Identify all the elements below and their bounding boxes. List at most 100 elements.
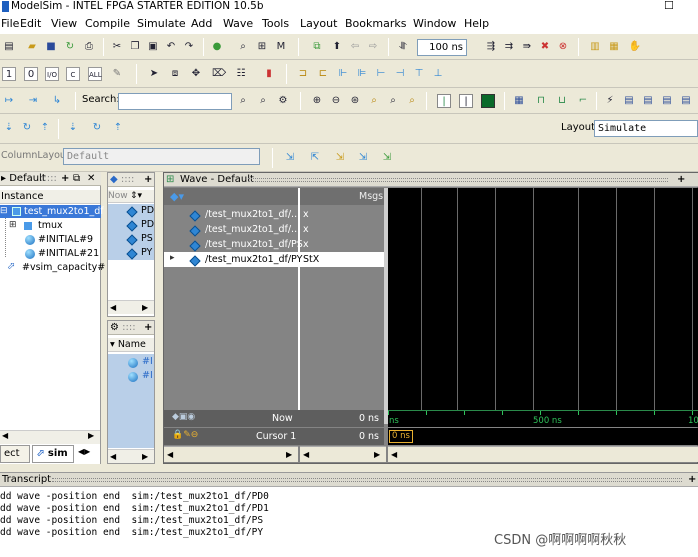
run-length-field[interactable]: 100 ns <box>417 39 467 56</box>
step-out-2-icon[interactable]: ⇡ <box>111 121 125 135</box>
signal-name-pd1[interactable]: /test_mux2to1_df/... <box>205 222 300 237</box>
level-ctr-icon[interactable]: C <box>66 67 80 81</box>
processes-hscrollbar[interactable]: ◀ ▶ <box>108 449 154 463</box>
tree-item-initial-9[interactable]: #INITIAL#9 <box>38 233 93 246</box>
pane-add-icon[interactable]: + <box>144 173 152 187</box>
cut-icon[interactable]: ✂ <box>110 40 124 54</box>
level-0-icon[interactable]: 0 <box>24 67 38 81</box>
pane-add-icon[interactable]: + <box>144 321 152 335</box>
edge-rise-icon[interactable]: ⊐ <box>296 67 310 81</box>
tab-scroll[interactable]: ◀▶ <box>78 447 90 456</box>
pan-mode-icon[interactable]: ✥ <box>189 67 203 81</box>
collapse-icon[interactable]: ⊟ <box>0 206 8 216</box>
find-icon[interactable]: ⌕ <box>236 40 250 54</box>
signal-name-ps[interactable]: /test_mux2to1_df/PS <box>205 237 303 252</box>
step-up-icon[interactable]: ⇡ <box>38 121 52 135</box>
wave-toolbar-icon[interactable]: ◆▾ <box>170 190 184 203</box>
object-item-py[interactable]: PY <box>141 247 152 258</box>
cursor-tag[interactable]: 0 ns <box>389 430 413 443</box>
copy-icon[interactable]: ❐ <box>128 40 142 54</box>
open-icon[interactable]: ▰ <box>25 40 39 54</box>
select-pointer-icon[interactable]: ➤ <box>147 67 161 81</box>
objects-column-header[interactable]: Now ⇕▾ <box>108 190 154 203</box>
grid-icon[interactable]: ▦ <box>512 94 526 108</box>
object-item-ps[interactable]: PS <box>141 233 153 244</box>
pane-close-icon[interactable]: ✕ <box>87 172 95 186</box>
schematic-icon[interactable]: ▤ <box>660 94 674 108</box>
list-icon[interactable]: ▤ <box>641 94 655 108</box>
edge-any-icon[interactable]: ⊢ <box>374 67 388 81</box>
menu-bookmarks[interactable]: Bookmarks <box>345 17 406 30</box>
menu-tools[interactable]: Tools <box>262 17 289 30</box>
wave-time-hscrollbar[interactable]: ◀ <box>388 446 698 462</box>
menu-edit[interactable]: Edit <box>20 17 41 30</box>
waveform-area[interactable] <box>388 188 698 410</box>
wave-value-hscrollbar[interactable]: ◀ ▶ <box>300 446 386 462</box>
zoom-range-icon[interactable]: ⌕ <box>386 94 400 108</box>
step-out-icon[interactable]: ⇥ <box>26 94 40 108</box>
edge-up-icon[interactable]: ⊣ <box>393 67 407 81</box>
scroll-right-icon[interactable]: ▶ <box>142 450 148 464</box>
tab-sim[interactable]: ⬀ sim <box>32 445 74 463</box>
step-into-2-icon[interactable]: ⇣ <box>66 121 80 135</box>
now-icons[interactable]: ◆▣◉ <box>172 412 195 422</box>
level-1-icon[interactable]: 1 <box>2 67 16 81</box>
maximize-button[interactable]: ☐ <box>664 0 674 12</box>
wave-pulse-icon[interactable]: ⌐ <box>576 94 590 108</box>
edge-both-icon[interactable]: ⊥ <box>431 67 445 81</box>
tab-project[interactable]: ect <box>0 445 30 463</box>
edge-next-icon[interactable]: ⊫ <box>355 67 369 81</box>
wave-step-icon[interactable]: ⊓ <box>534 94 548 108</box>
scroll-left-icon[interactable]: ◀ <box>167 450 173 459</box>
back-icon[interactable]: ⇦ <box>348 40 362 54</box>
edge-down-icon[interactable]: ⊤ <box>412 67 426 81</box>
tree-item-vsim-capacity[interactable]: #vsim_capacity# <box>22 261 105 274</box>
scroll-left-icon[interactable]: ◀ <box>391 450 397 459</box>
objects-hscrollbar[interactable]: ◀ ▶ <box>108 300 154 314</box>
collapse-all-icon[interactable]: ⇱ <box>308 151 322 165</box>
pane-undock-icon[interactable]: ⧉ <box>73 172 80 186</box>
search-input[interactable] <box>118 93 232 110</box>
scroll-left-icon[interactable]: ◀ <box>2 431 8 440</box>
up-icon[interactable]: ⬆ <box>330 40 344 54</box>
scroll-left-icon[interactable]: ◀ <box>110 452 116 461</box>
zoom-mode-icon[interactable]: ⧈ <box>168 67 182 81</box>
lock-cursor-icon[interactable] <box>481 94 495 108</box>
cursor-icons[interactable]: 🔒✎⊖ <box>172 430 198 440</box>
hand-icon[interactable]: ✋ <box>628 40 642 54</box>
expand-icon[interactable]: ⊞ <box>9 220 17 230</box>
expand-time-icon[interactable]: ⇲ <box>333 151 347 165</box>
instance-hscrollbar[interactable]: ◀ ▶ <box>0 430 100 444</box>
level-io-icon[interactable]: I/O <box>45 67 59 81</box>
scroll-left-icon[interactable]: ◀ <box>303 450 309 459</box>
step-next-icon[interactable]: ↳ <box>50 94 64 108</box>
list-mode-icon[interactable]: ☷ <box>234 67 248 81</box>
reload-icon[interactable]: ↻ <box>63 40 77 54</box>
processes-column-header[interactable]: ▾ Name <box>108 338 154 352</box>
level-all-icon[interactable]: ALL <box>88 67 102 81</box>
signal-name-py[interactable]: /test_mux2to1_df/PY <box>205 252 302 267</box>
object-item-pd1[interactable]: PD <box>141 219 154 230</box>
expand-delta-icon[interactable]: ⇲ <box>356 151 370 165</box>
undo-icon[interactable]: ↶ <box>164 40 178 54</box>
menu-simulate[interactable]: Simulate <box>137 17 186 30</box>
save-icon[interactable]: ■ <box>44 40 58 54</box>
print-icon[interactable]: ⎙ <box>82 40 96 54</box>
edge-fall-icon[interactable]: ⊏ <box>316 67 330 81</box>
continue-icon[interactable]: ⇉ <box>502 40 516 54</box>
instance-column-header[interactable]: Instance <box>0 190 100 204</box>
step-line-icon[interactable]: ⇣ <box>2 121 16 135</box>
menu-window[interactable]: Window <box>413 17 456 30</box>
paste-icon[interactable]: ▣ <box>146 40 160 54</box>
redo-icon[interactable]: ↷ <box>182 40 196 54</box>
menu-layout[interactable]: Layout <box>300 17 337 30</box>
zoom-in-icon[interactable]: ⊕ <box>310 94 324 108</box>
column-layout-select[interactable]: Default <box>63 148 260 165</box>
tree-item-initial-21[interactable]: #INITIAL#21 <box>38 247 99 260</box>
wave-name-hscrollbar[interactable]: ◀ ▶ <box>164 446 298 462</box>
tree-item-tmux[interactable]: tmux <box>38 219 63 232</box>
expand-all-icon[interactable]: ⇲ <box>283 151 297 165</box>
object-item-pd0[interactable]: PD <box>141 205 154 216</box>
wrench-icon[interactable]: ✎ <box>110 67 124 81</box>
stop-icon[interactable]: ⊗ <box>556 40 570 54</box>
